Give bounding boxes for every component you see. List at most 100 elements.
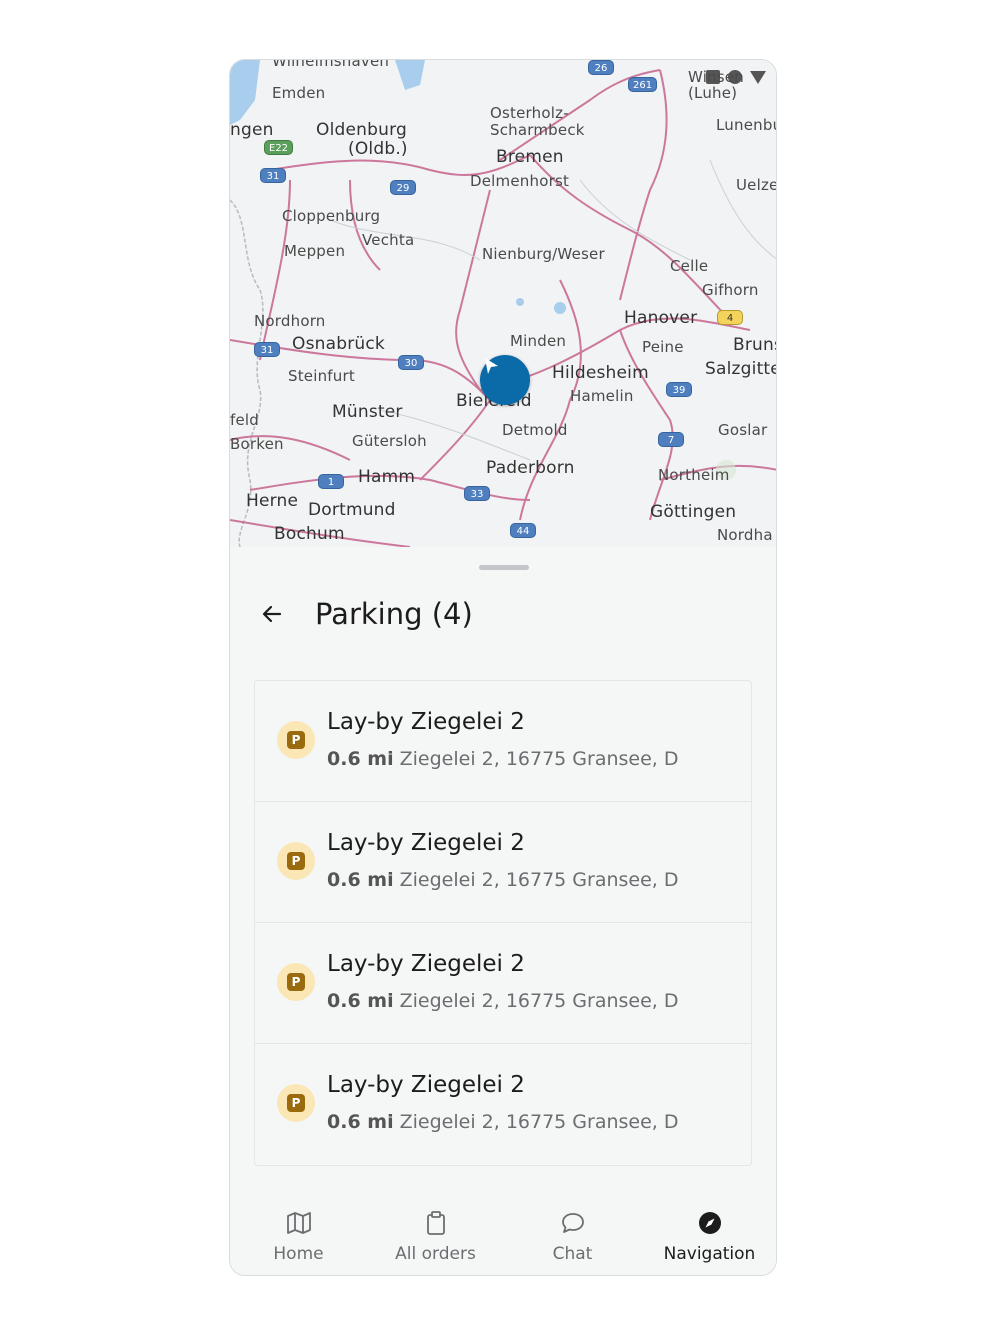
map-label: Hildesheim [552,363,649,383]
map-label: Gifhorn [702,281,759,299]
parking-icon: P [277,963,315,1001]
map-label: Bremen [496,147,564,167]
road-shield: 1 [318,474,344,489]
map-label: Osnabrück [292,334,385,354]
map-label: Oldenburg [316,120,407,140]
item-subtitle: 0.6 mi Ziegelei 2, 16775 Gransee, D [327,869,679,891]
parking-icon: P [277,842,315,880]
bottom-navigation: Home All orders Chat Navigation [230,1190,776,1275]
parking-icon: P [277,721,315,759]
map-label: (Luhe) [688,84,738,102]
sheet-drag-handle[interactable] [479,565,529,570]
item-title: Lay-by Ziegelei 2 [327,709,525,735]
parking-icon: P [277,1084,315,1122]
road-shield: 33 [464,486,490,501]
back-button[interactable] [252,594,292,634]
nav-label: All orders [395,1244,476,1264]
map-label: Detmold [502,421,568,439]
nav-all-orders[interactable]: All orders [367,1190,504,1275]
item-distance: 0.6 mi [327,748,394,770]
map-label: Hanover [624,308,698,328]
map-label: Hamelin [570,387,634,405]
arrow-left-icon [262,605,282,623]
item-address: Ziegelei 2, 16775 Gransee, D [399,869,679,891]
map-label: Vechta [362,231,415,249]
map-label: Emden [272,84,326,102]
map-label: feld [230,411,259,429]
map-label: Winsen [688,68,744,86]
road-shield: 31 [260,168,286,183]
nav-label: Chat [552,1244,593,1264]
map-label: Cloppenburg [282,207,381,225]
nav-chat[interactable]: Chat [504,1190,641,1275]
page-title: Parking (4) [315,597,473,631]
map-label: Wilhelmshaven [272,60,390,70]
map-icon [286,1210,312,1236]
road-shield: 31 [254,342,280,357]
map-label: Bruns [733,335,776,355]
list-item[interactable]: P Lay-by Ziegelei 2 0.6 mi Ziegelei 2, 1… [255,923,751,1044]
map-label: Paderborn [486,458,575,478]
nav-home[interactable]: Home [230,1190,367,1275]
road-shield: 4 [717,310,743,325]
map-label: Northeim [658,466,730,484]
map-label: Borken [230,435,284,453]
map-label: Steinfurt [288,367,355,385]
item-distance: 0.6 mi [327,990,394,1012]
road-shield: E22 [264,140,294,155]
bottom-sheet: Parking (4) P Lay-by Ziegelei 2 0.6 mi Z… [230,547,776,1275]
road-shield: 30 [398,355,424,370]
road-shield: 26 [588,60,614,75]
map-label: Uelze [736,176,777,194]
item-distance: 0.6 mi [327,1111,394,1133]
map-label: Scharmbeck [490,121,585,139]
map-label: Lunenbu [716,116,777,134]
list-item[interactable]: P Lay-by Ziegelei 2 0.6 mi Ziegelei 2, 1… [255,681,751,802]
navigation-arrow-icon [485,358,498,374]
map-label: Göttingen [650,502,737,522]
map-label: Herne [246,491,299,511]
map-label: Dortmund [308,500,396,520]
status-triangle-icon [750,70,766,84]
list-item[interactable]: P Lay-by Ziegelei 2 0.6 mi Ziegelei 2, 1… [255,802,751,923]
map-label: Celle [670,257,709,275]
item-subtitle: 0.6 mi Ziegelei 2, 16775 Gransee, D [327,1111,679,1133]
map-label: (Oldb.) [348,139,408,159]
item-address: Ziegelei 2, 16775 Gransee, D [399,990,679,1012]
road-shield: 7 [658,432,684,447]
item-address: Ziegelei 2, 16775 Gransee, D [399,748,679,770]
map-label: Nordhorn [254,312,326,330]
map-label: Minden [510,332,567,350]
list-item[interactable]: P Lay-by Ziegelei 2 0.6 mi Ziegelei 2, 1… [255,1044,751,1165]
map-label: Delmenhorst [470,172,570,190]
item-subtitle: 0.6 mi Ziegelei 2, 16775 Gransee, D [327,748,679,770]
map-label: ngen [230,120,274,140]
road-shield: 39 [666,382,692,397]
nav-label: Home [273,1244,324,1264]
map-label: Nordha [717,526,773,544]
road-shield: 261 [628,77,658,92]
item-title: Lay-by Ziegelei 2 [327,1072,525,1098]
map-label: Salzgitte [705,359,777,379]
nav-label: Navigation [663,1244,756,1264]
parking-list: P Lay-by Ziegelei 2 0.6 mi Ziegelei 2, 1… [254,680,752,1166]
phone-frame: Wilhelmshaven Emden ngen Oldenburg (Oldb… [229,59,777,1276]
nav-navigation[interactable]: Navigation [641,1190,776,1275]
item-address: Ziegelei 2, 16775 Gransee, D [399,1111,679,1133]
current-location-marker[interactable] [480,355,530,405]
map-label: Peine [642,338,684,356]
map-label: Hamm [358,467,416,487]
item-subtitle: 0.6 mi Ziegelei 2, 16775 Gransee, D [327,990,679,1012]
road-shield: 44 [510,523,536,538]
item-title: Lay-by Ziegelei 2 [327,951,525,977]
road-shield: 29 [390,180,416,195]
chat-bubble-icon [560,1210,586,1236]
map-label: Osterholz- [490,104,569,122]
map-view[interactable]: Wilhelmshaven Emden ngen Oldenburg (Oldb… [230,60,777,547]
map-label: Nienburg/Weser [482,245,605,263]
map-label: Goslar [718,421,768,439]
item-distance: 0.6 mi [327,869,394,891]
clipboard-icon [423,1210,449,1236]
item-title: Lay-by Ziegelei 2 [327,830,525,856]
map-label: Gütersloh [352,432,427,450]
